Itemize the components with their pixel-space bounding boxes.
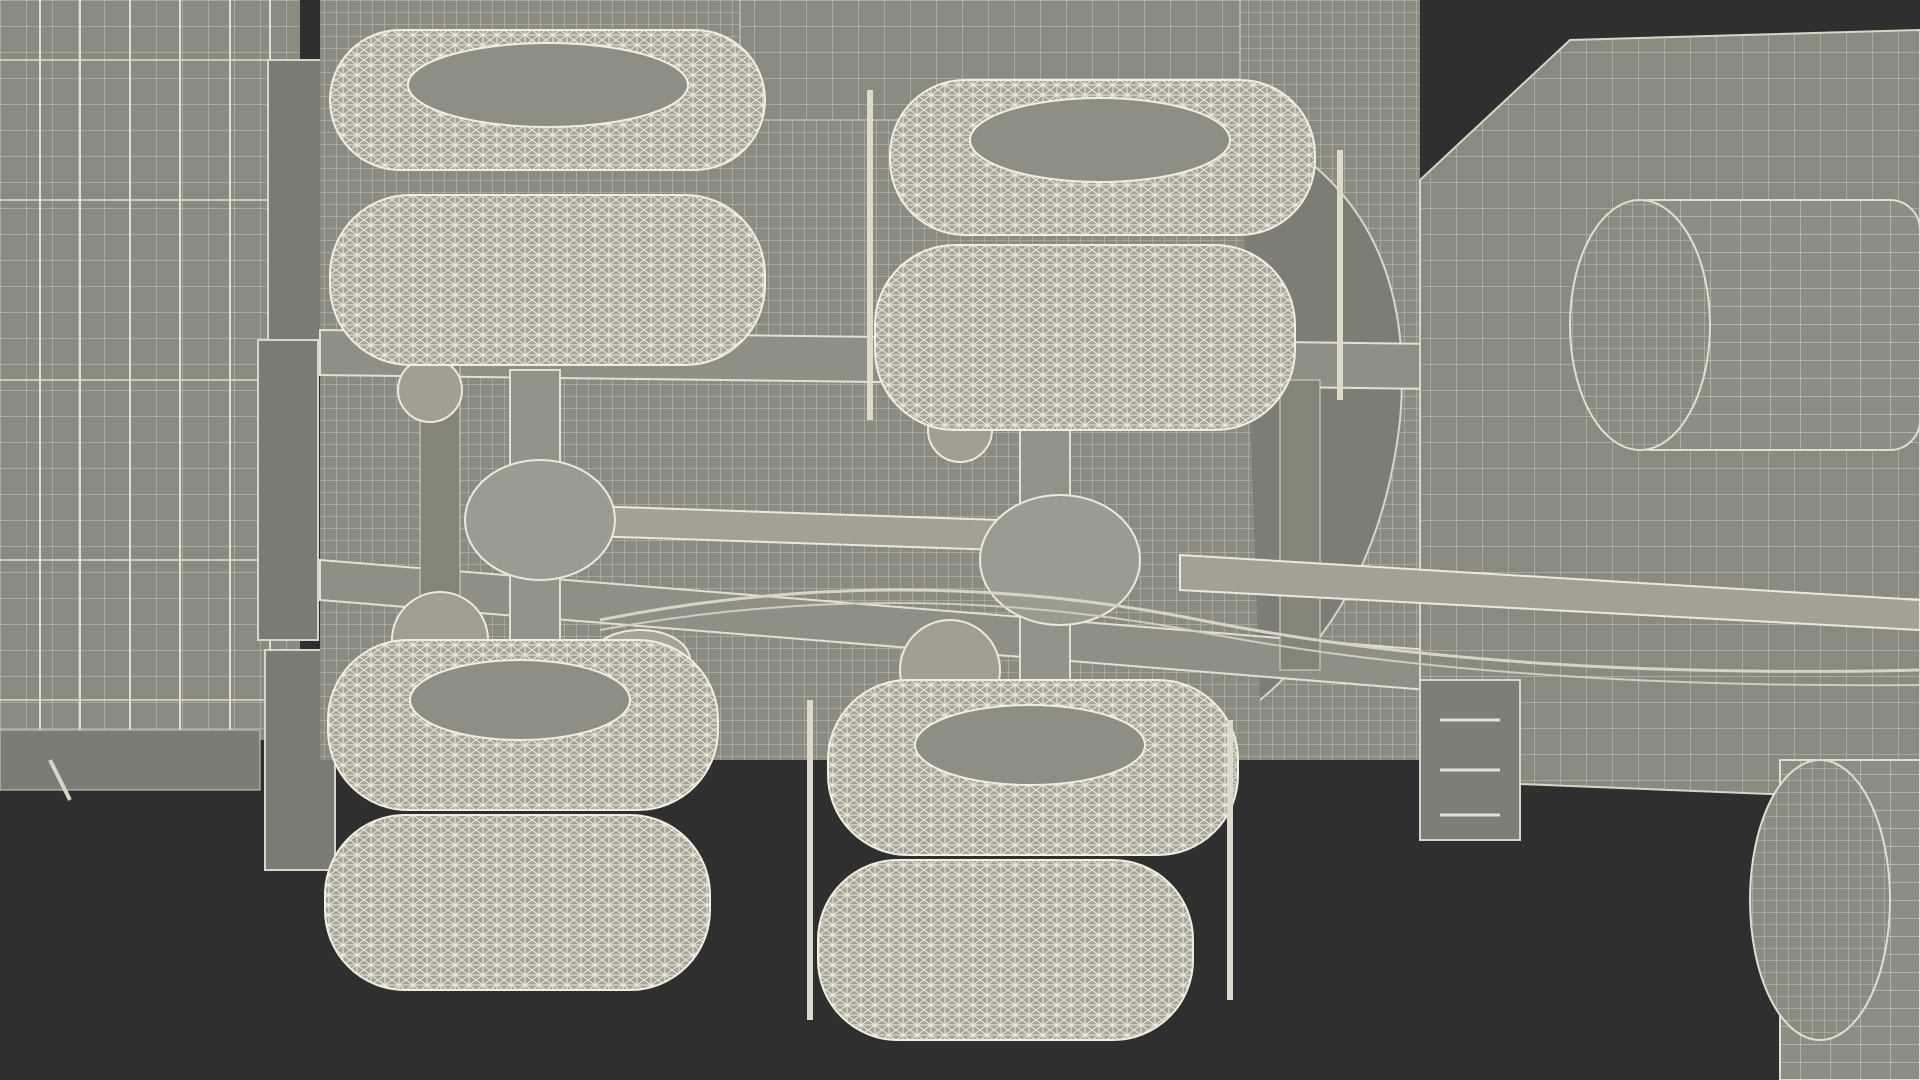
mud-flap-left <box>257 339 319 641</box>
fuel-tank-upper <box>1569 199 1920 451</box>
tire-lower-center-inner <box>817 859 1194 1041</box>
tire-lower-center-outer <box>827 679 1239 856</box>
wireframe-render <box>0 0 1920 1080</box>
tire-lower-left-inner <box>324 814 711 991</box>
viewport <box>0 0 1920 1080</box>
tire-lower-left-outer <box>327 639 719 811</box>
left-body-panel <box>0 0 300 801</box>
tire-upper-left-outer <box>329 29 766 171</box>
tire-upper-center-inner <box>874 244 1296 431</box>
tire-upper-center-outer <box>889 79 1316 236</box>
mud-flap-top <box>267 59 329 341</box>
tire-upper-left-inner <box>329 194 766 366</box>
